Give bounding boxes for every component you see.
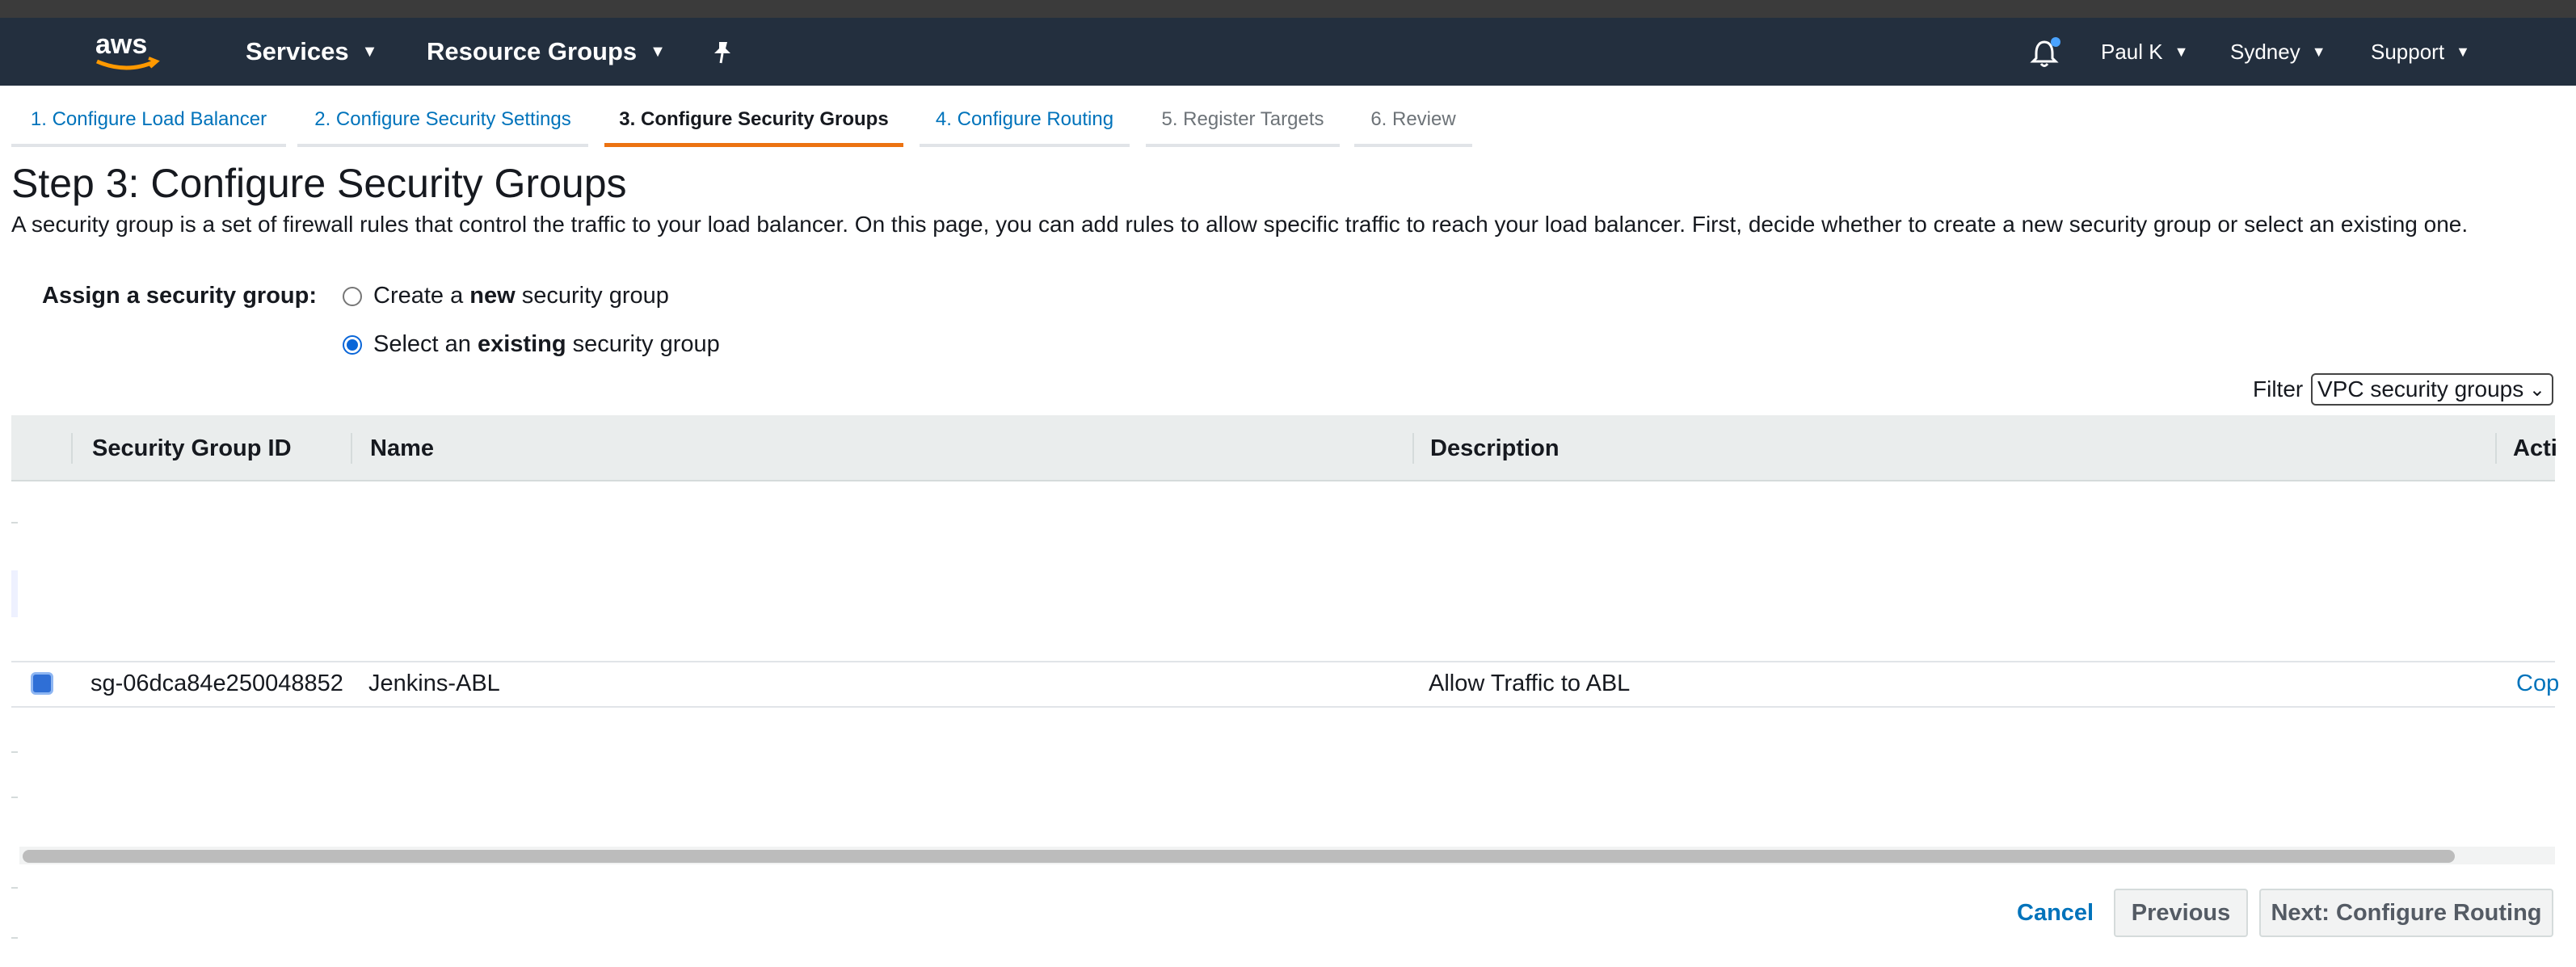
radio-create-new-label: Create a new security group <box>373 283 669 309</box>
row-divider-mark <box>11 887 18 889</box>
filter-label: Filter <box>2253 376 2304 402</box>
row-divider <box>11 706 2555 708</box>
next-configure-routing-button[interactable]: Next: Configure Routing <box>2259 889 2553 937</box>
user-menu[interactable]: Paul K ▼ <box>2101 18 2188 86</box>
resource-groups-menu[interactable]: Resource Groups ▼ <box>427 18 666 86</box>
tab-configure-security-groups[interactable]: 3. Configure Security Groups <box>604 100 903 147</box>
row-divider-mark <box>11 937 18 939</box>
cancel-button[interactable]: Cancel <box>2017 900 2094 927</box>
tab-register-targets: 5. Register Targets <box>1146 100 1340 147</box>
support-menu[interactable]: Support ▼ <box>2371 18 2470 86</box>
column-separator <box>351 433 352 464</box>
row-divider <box>11 661 2555 662</box>
column-separator <box>71 433 73 464</box>
row-checkbox[interactable] <box>31 672 53 695</box>
tab-configure-security-settings[interactable]: 2. Configure Security Settings <box>297 100 588 147</box>
assign-security-group-label: Assign a security group: <box>42 283 318 309</box>
row-highlight-mark <box>11 570 18 617</box>
top-navigation-bar: aws Services ▼ Resource Groups ▼ Paul K … <box>0 18 2576 86</box>
chevron-down-icon: ▼ <box>361 42 378 61</box>
description-cell: Allow Traffic to ABL <box>1429 671 1631 696</box>
filter-selected-value: VPC security groups <box>2317 376 2524 402</box>
chevron-down-icon: ▼ <box>2311 43 2326 60</box>
services-label: Services <box>246 37 349 65</box>
column-separator <box>2495 433 2497 464</box>
chevron-down-icon: ▼ <box>2174 43 2189 60</box>
column-header-security-group-id[interactable]: Security Group ID <box>92 415 292 481</box>
column-header-name[interactable]: Name <box>370 415 434 481</box>
browser-chrome-strip <box>0 0 2576 18</box>
security-group-id-cell: sg-06dca84e250048852 <box>90 671 343 696</box>
tab-review: 6. Review <box>1354 100 1472 147</box>
radio-button-checked[interactable] <box>343 334 362 355</box>
column-separator <box>1412 433 1414 464</box>
chevron-down-icon: ▼ <box>650 42 666 61</box>
name-cell: Jenkins-ABL <box>368 671 500 696</box>
user-label: Paul K <box>2101 39 2163 64</box>
chevron-down-icon: ⌄ <box>2528 379 2545 401</box>
radio-select-existing-group[interactable]: Select an existing security group <box>343 331 720 358</box>
radio-create-new-group[interactable]: Create a new security group <box>343 283 669 309</box>
bell-icon[interactable] <box>2028 37 2060 69</box>
services-menu[interactable]: Services ▼ <box>246 18 377 86</box>
wizard-steps: 1. Configure Load Balancer 2. Configure … <box>0 86 2576 147</box>
tab-configure-routing[interactable]: 4. Configure Routing <box>920 100 1130 147</box>
page-title: Step 3: Configure Security Groups <box>11 161 627 206</box>
row-divider-mark <box>11 797 18 798</box>
filter-select[interactable]: VPC security groups ⌄ <box>2311 373 2553 406</box>
table-header: Security Group ID Name Description Acti <box>11 415 2557 481</box>
horizontal-scrollbar-thumb[interactable] <box>23 850 2455 863</box>
region-menu[interactable]: Sydney ▼ <box>2230 18 2326 86</box>
tab-configure-load-balancer[interactable]: 1. Configure Load Balancer <box>11 100 286 147</box>
resource-groups-label: Resource Groups <box>427 37 638 65</box>
radio-select-existing-label: Select an existing security group <box>373 331 720 357</box>
region-label: Sydney <box>2230 39 2300 64</box>
previous-button[interactable]: Previous <box>2114 889 2248 937</box>
chevron-down-icon: ▼ <box>2456 43 2470 60</box>
support-label: Support <box>2371 39 2445 64</box>
column-header-actions[interactable]: Acti <box>2513 415 2557 481</box>
row-divider-mark <box>11 522 18 523</box>
aws-logo-text: aws <box>95 29 147 60</box>
pin-icon[interactable] <box>709 18 735 86</box>
column-header-description[interactable]: Description <box>1430 415 1559 481</box>
radio-button-unchecked[interactable] <box>343 286 362 306</box>
copy-action-link[interactable]: Cop <box>2516 671 2559 697</box>
page-description: A security group is a set of firewall ru… <box>11 212 2469 237</box>
row-divider-mark <box>11 751 18 753</box>
aws-logo[interactable]: aws <box>90 29 163 74</box>
